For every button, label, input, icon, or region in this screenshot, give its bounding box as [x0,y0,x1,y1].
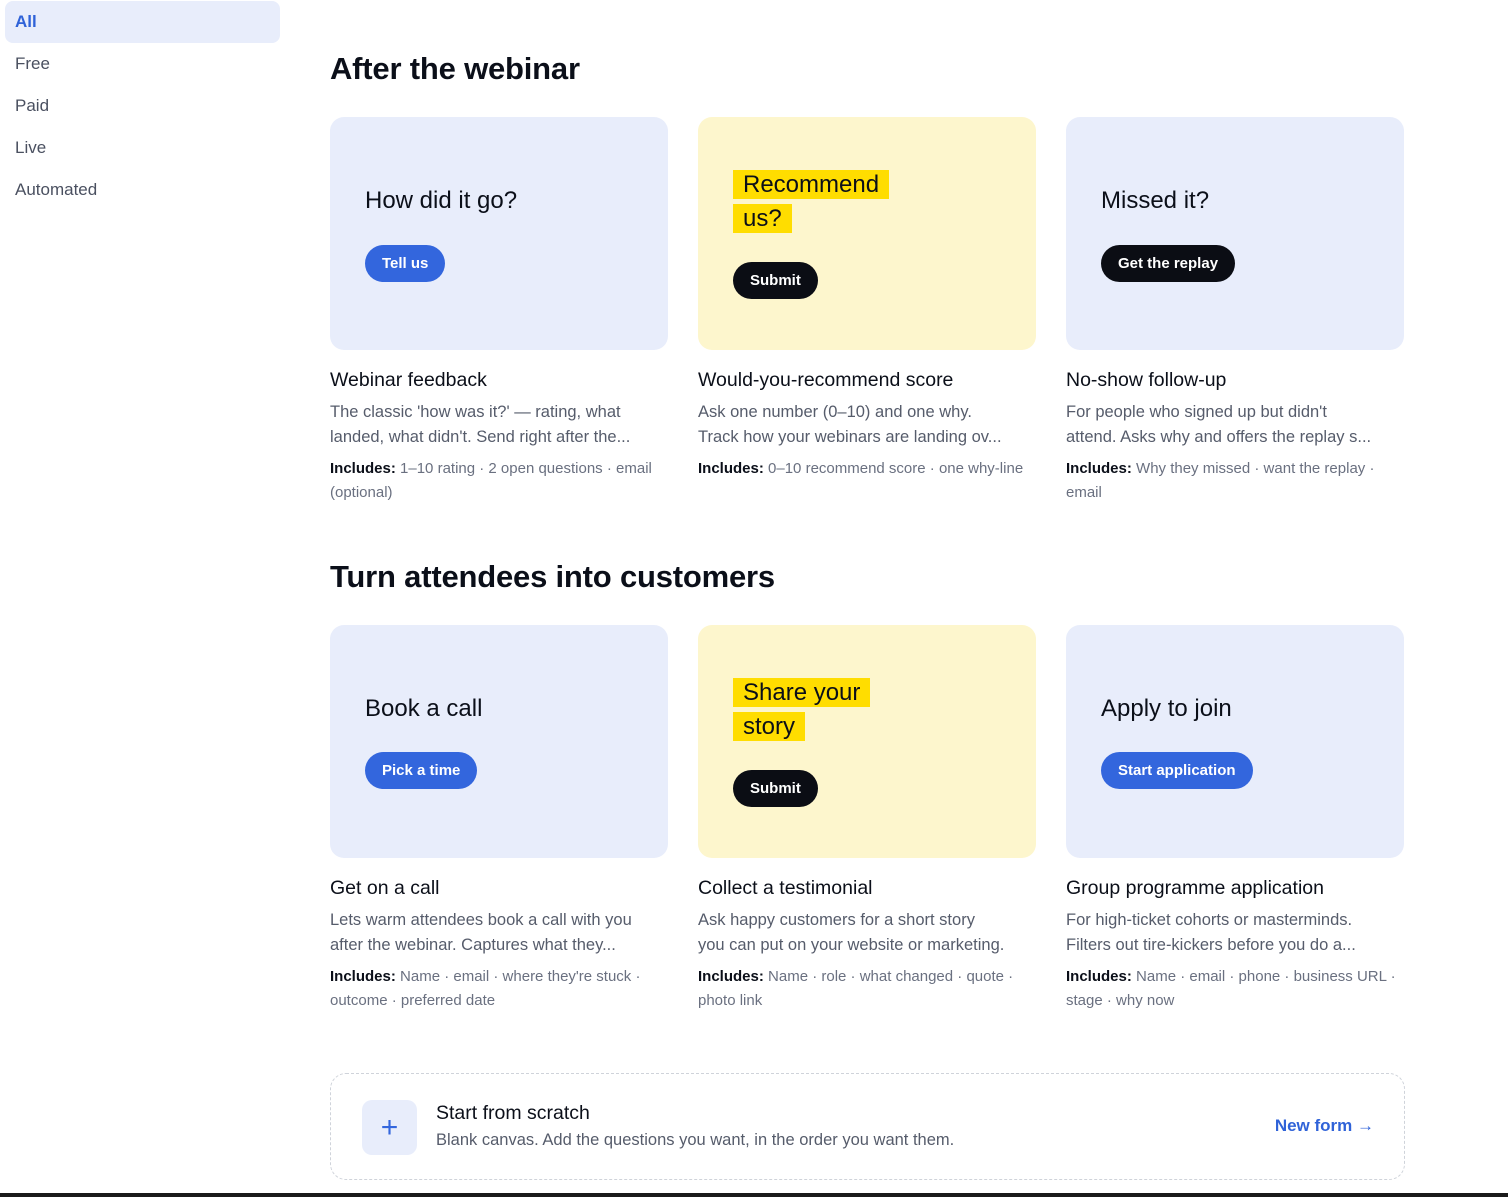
preview-question: Recommend us? [733,168,908,236]
scratch-description: Blank canvas. Add the questions you want… [436,1131,955,1149]
plus-icon: + [362,1100,417,1155]
card-description: The classic 'how was it?' — rating, what… [330,403,631,446]
card-description: Lets warm attendees book a call with you… [330,911,632,954]
preview-question: Book a call [365,695,483,722]
sidebar-item-paid[interactable]: Paid [5,85,280,127]
card-includes: Includes: Name · role · what changed · q… [698,968,1014,1009]
card-title: Get on a call [330,877,440,899]
preview-button[interactable]: Pick a time [365,752,478,789]
sidebar-item-all[interactable]: All [5,1,280,43]
template-card-group-application[interactable]: Apply to join Start application Group pr… [1066,625,1404,1013]
card-description: Ask happy customers for a short story yo… [698,911,1005,954]
card-description: Ask one number (0–10) and one why. Track… [698,403,1002,446]
preview-button[interactable]: Get the replay [1101,245,1236,282]
card-title: No-show follow-up [1066,369,1227,391]
card-includes: Includes: 1–10 rating · 2 open questions… [330,460,652,501]
card-includes: Includes: Name · email · where they're s… [330,968,641,1009]
card-preview: Recommend us? Submit [698,117,1036,350]
template-card-recommend-score[interactable]: Recommend us? Submit Would-you-recommend… [698,117,1036,481]
card-preview: How did it go? Tell us [330,117,668,350]
preview-button[interactable]: Start application [1101,752,1253,789]
card-includes: Includes: 0–10 recommend score · one why… [698,460,1024,477]
card-title: Webinar feedback [330,369,487,391]
card-preview: Apply to join Start application [1066,625,1404,858]
card-title: Collect a testimonial [698,877,873,899]
section-title-customers: Turn attendees into customers [330,559,775,594]
card-title: Group programme application [1066,877,1324,899]
preview-button[interactable]: Submit [733,262,818,299]
card-includes: Includes: Why they missed · want the rep… [1066,460,1375,501]
card-description: For people who signed up but didn't atte… [1066,403,1372,446]
preview-button[interactable]: Submit [733,770,818,807]
card-includes: Includes: Name · email · phone · busines… [1066,968,1396,1009]
section-title-after-webinar: After the webinar [330,51,580,86]
scratch-title: Start from scratch [436,1102,590,1124]
start-from-scratch-card[interactable]: + Start from scratch Blank canvas. Add t… [330,1073,1405,1180]
sidebar-item-live[interactable]: Live [5,127,280,169]
new-form-link[interactable]: New form → [1275,1116,1374,1136]
template-card-testimonial[interactable]: Share your story Submit Collect a testim… [698,625,1036,1013]
template-card-book-call[interactable]: Book a call Pick a time Get on a call Le… [330,625,668,1013]
preview-question: How did it go? [365,187,518,214]
sidebar-item-free[interactable]: Free [5,43,280,85]
preview-question: Share your story [733,676,908,744]
card-title: Would-you-recommend score [698,369,954,391]
preview-question: Missed it? [1101,187,1210,214]
template-card-no-show[interactable]: Missed it? Get the replay No-show follow… [1066,117,1404,505]
window-bottom-edge [0,1193,1508,1197]
card-preview: Missed it? Get the replay [1066,117,1404,350]
card-description: For high-ticket cohorts or masterminds. … [1066,911,1356,954]
template-card-webinar-feedback[interactable]: How did it go? Tell us Webinar feedback … [330,117,668,505]
sidebar-item-automated[interactable]: Automated [5,169,280,211]
card-preview: Share your story Submit [698,625,1036,858]
sidebar: All Free Paid Live Automated [5,1,280,211]
preview-button[interactable]: Tell us [365,245,446,282]
card-preview: Book a call Pick a time [330,625,668,858]
preview-question: Apply to join [1101,695,1232,722]
